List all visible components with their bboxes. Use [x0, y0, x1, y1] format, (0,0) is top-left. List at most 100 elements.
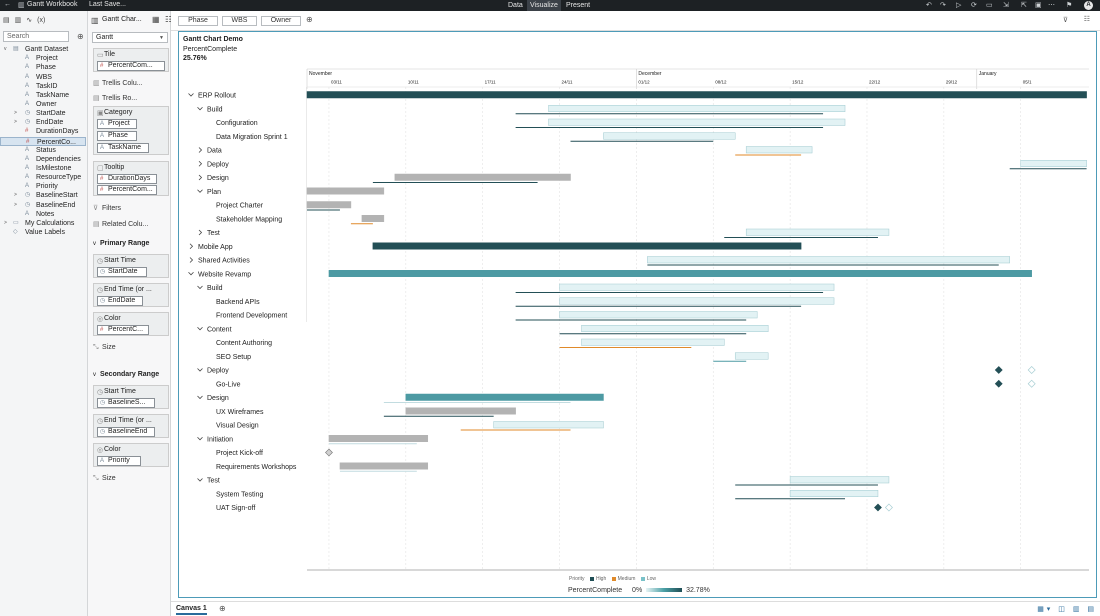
field-item[interactable]: A Priority — [0, 182, 86, 191]
value-labels-node[interactable]: ◇ Value Labels — [0, 228, 86, 237]
category-pill-project[interactable]: A Project — [97, 119, 137, 129]
mode-visualize[interactable]: Visualize — [527, 0, 561, 11]
analytics-icon[interactable]: ∿ — [26, 17, 32, 24]
field-item[interactable]: # PercentCo... — [0, 136, 86, 146]
field-item[interactable]: > ◷ StartDate — [0, 109, 86, 118]
field-item[interactable]: > ◷ BaselineEnd — [0, 201, 86, 210]
field-item[interactable]: A Notes — [0, 210, 86, 219]
secondary-color-section[interactable]: ◎ Color A Priority — [93, 443, 169, 467]
chevron-right-icon[interactable]: > — [14, 118, 17, 127]
text-type-icon: A — [25, 165, 30, 171]
secondary-range-header[interactable]: v Secondary Range — [93, 371, 159, 378]
filter-chip-wbs[interactable]: WBS — [222, 16, 257, 26]
primary-color-pill[interactable]: # PercentC... — [97, 325, 149, 335]
field-item[interactable]: A Owner — [0, 100, 86, 109]
field-item[interactable]: A TaskID — [0, 82, 86, 91]
task-label: Initiation — [207, 436, 233, 443]
primary-start-pill[interactable]: ◷ StartDate — [97, 267, 147, 277]
related-columns-drop[interactable]: ▤ Related Colu... — [93, 220, 148, 228]
tile-section[interactable]: ▭ Tile # PercentCom... — [93, 48, 169, 72]
export-icon[interactable]: ⇲ — [1003, 1, 1009, 9]
back-icon[interactable]: ← — [4, 1, 11, 8]
dataset-node[interactable]: v ▤ Gantt Dataset — [0, 45, 86, 54]
layout-icons[interactable]: ▦▾ ◫ ▥ ▤ — [1037, 605, 1097, 613]
primary-range-header[interactable]: v Primary Range — [93, 240, 149, 247]
save-icon[interactable]: ▣ — [1035, 1, 1042, 9]
category-pill-taskname[interactable]: A TaskName — [97, 143, 149, 153]
tile-pill[interactable]: # PercentCom... — [97, 61, 165, 71]
undo-icon[interactable]: ↶ — [926, 1, 932, 9]
size-drop[interactable]: ⤡ Size — [93, 344, 116, 352]
play-icon[interactable]: ▷ — [956, 1, 961, 9]
viz-type-select[interactable]: Gantt ▼ — [92, 32, 168, 43]
tooltip-section[interactable]: ▢ Tooltip # DurationDays # PercentCom... — [93, 161, 169, 196]
secondary-end-pill[interactable]: ◷ BaselineEnd — [97, 427, 155, 437]
clear-filter-icon[interactable]: ⊽ — [1063, 16, 1068, 24]
my-calculations-node[interactable]: > ▭ My Calculations — [0, 219, 86, 228]
more-icon[interactable]: ⋯ — [1048, 1, 1055, 9]
chevron-right-icon[interactable]: > — [14, 109, 17, 118]
grammar-tab-icon[interactable]: ▦ — [152, 15, 160, 24]
field-item[interactable]: A WBS — [0, 73, 86, 82]
filter-chip-owner[interactable]: Owner — [261, 16, 301, 26]
filter-chip-phase[interactable]: Phase — [178, 16, 218, 26]
trellis-rows[interactable]: ▤ Trellis Ro... — [93, 94, 137, 102]
mode-data[interactable]: Data — [505, 0, 526, 11]
task-label: Website Revamp — [198, 271, 251, 278]
avatar[interactable]: A — [1084, 1, 1093, 10]
secondary-start-pill[interactable]: ◷ BaselineS... — [97, 398, 155, 408]
secondary-end-section[interactable]: ◷ End Time (or ... ◷ BaselineEnd — [93, 414, 169, 438]
search-input[interactable]: Search — [3, 31, 69, 42]
primary-color-section[interactable]: ◎ Color # PercentC... — [93, 312, 169, 336]
chevron-right-icon[interactable]: > — [4, 219, 7, 228]
refresh-icon[interactable]: ⟳ — [971, 1, 977, 9]
viz-icon[interactable]: ▥ — [15, 17, 22, 24]
field-item[interactable]: > ◷ EndDate — [0, 118, 86, 127]
chevron-right-icon[interactable]: > — [14, 191, 17, 200]
field-name: WBS — [36, 73, 52, 81]
field-item[interactable]: A Project — [0, 54, 86, 63]
chevron-right-icon — [189, 243, 194, 250]
category-pill-phase[interactable]: A Phase — [97, 131, 137, 141]
filters-drop[interactable]: ⊽ Filters — [93, 204, 121, 212]
bookmark-icon[interactable]: ⚑ — [1066, 1, 1072, 9]
field-item[interactable]: A Phase — [0, 63, 86, 72]
tooltip-pill-percent[interactable]: # PercentCom... — [97, 185, 157, 195]
field-item[interactable]: A IsMilestone — [0, 164, 86, 173]
field-item[interactable]: A ResourceType — [0, 173, 86, 182]
redo-icon[interactable]: ↷ — [940, 1, 946, 9]
number-type-icon: # — [25, 128, 29, 135]
field-item[interactable]: A Status — [0, 146, 86, 155]
chevron-right-icon[interactable]: > — [14, 201, 17, 210]
field-item[interactable]: > ◷ BaselineStart — [0, 191, 86, 200]
variables-icon[interactable]: (x) — [37, 17, 45, 24]
tab-canvas-1[interactable]: Canvas 1 — [176, 605, 207, 615]
field-item[interactable]: A Dependencies — [0, 155, 86, 164]
task-bar — [306, 187, 385, 195]
add-data-icon[interactable]: ⊕ — [77, 32, 84, 41]
size-drop-secondary[interactable]: ⤡ Size — [93, 475, 116, 483]
trellis-columns[interactable]: ▥ Trellis Colu... — [93, 79, 143, 87]
tooltip-pill-duration[interactable]: # DurationDays — [97, 174, 157, 184]
task-label: SEO Setup — [216, 354, 251, 361]
primary-end-pill[interactable]: ◷ EndDate — [97, 296, 143, 306]
add-canvas-icon[interactable]: ⊕ — [219, 604, 226, 613]
text-type-icon: A — [25, 73, 30, 80]
legend-item-high: High — [595, 576, 607, 582]
field-item[interactable]: # DurationDays — [0, 127, 86, 136]
add-filter-icon[interactable]: ⊕ — [306, 15, 313, 24]
secondary-color-pill[interactable]: A Priority — [97, 456, 141, 466]
canvas-settings-icon[interactable]: ☷ — [1084, 15, 1090, 23]
mode-present[interactable]: Present — [563, 0, 593, 11]
chevron-down-icon[interactable]: v — [4, 45, 7, 54]
primary-start-section[interactable]: ◷ Start Time ◷ StartDate — [93, 254, 169, 278]
data-icon[interactable]: ▤ — [3, 17, 10, 24]
secondary-start-section[interactable]: ◷ Start Time ◷ BaselineS... — [93, 385, 169, 409]
category-section[interactable]: ▣ Category A Project A Phase A TaskName — [93, 106, 169, 155]
gantt-visualization[interactable]: Gantt Chart Demo PercentComplete 25.76% … — [178, 31, 1097, 598]
preview-icon[interactable]: ▭ — [986, 1, 993, 9]
primary-end-section[interactable]: ◷ End Time (or ... ◷ EndDate — [93, 283, 169, 307]
field-item[interactable]: A TaskName — [0, 91, 86, 100]
chevron-down-icon: v — [93, 372, 96, 378]
share-icon[interactable]: ⇱ — [1021, 1, 1027, 9]
